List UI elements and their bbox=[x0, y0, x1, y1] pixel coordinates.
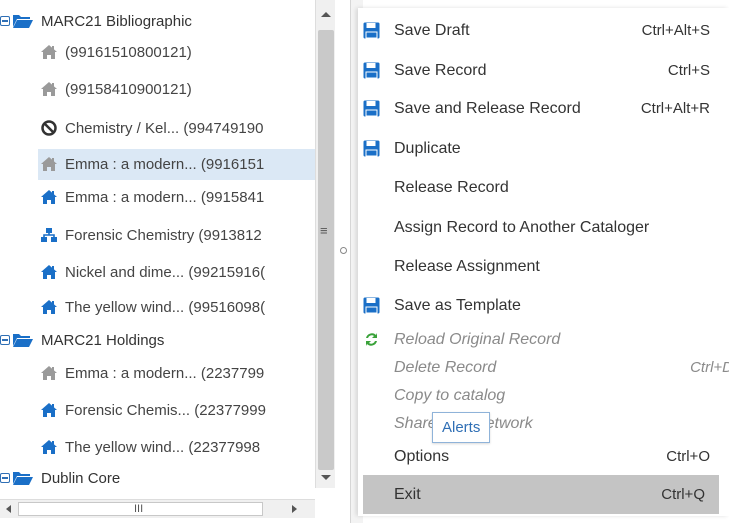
menu-item-exit[interactable]: Exit Ctrl+Q bbox=[363, 475, 719, 514]
tree-item[interactable]: Forensic Chemis... (22377999 bbox=[40, 395, 266, 425]
record-actions-menu: Save Draft Ctrl+Alt+S Save Record Ctrl+S… bbox=[358, 8, 729, 516]
tree-item[interactable]: (99158410900121) bbox=[40, 74, 192, 104]
menu-item-shortcut: Ctrl+D bbox=[690, 359, 729, 376]
menu-item-release-record[interactable]: Release Record bbox=[358, 168, 729, 207]
scrollbar-thumb[interactable] bbox=[318, 30, 334, 470]
floppy-disk-icon bbox=[363, 62, 380, 79]
house-grey-icon bbox=[41, 366, 57, 380]
tree-item[interactable]: Chemistry / Kel... (994749190 bbox=[40, 113, 263, 143]
scrollbar-grip-icon: ≡ bbox=[320, 223, 328, 238]
tree-item-selected[interactable]: Emma : a modern... (9916151 bbox=[0, 149, 316, 180]
alerts-tooltip[interactable]: Alerts bbox=[432, 412, 491, 443]
tree-group-dublin-core[interactable]: Dublin Core bbox=[0, 463, 120, 486]
scroll-up-arrow-icon[interactable] bbox=[321, 12, 331, 17]
tree-group-label: MARC21 Bibliographic bbox=[41, 12, 192, 30]
splitter-handle-icon[interactable] bbox=[340, 247, 347, 254]
tree-item-label: Chemistry / Kel... (994749190 bbox=[65, 119, 264, 137]
tooltip-label: Alerts bbox=[442, 419, 481, 436]
menu-item-shortcut: Ctrl+Alt+S bbox=[641, 22, 710, 39]
floppy-disk-icon bbox=[363, 297, 380, 314]
tree-item[interactable]: The yellow wind... (99516098( bbox=[40, 292, 265, 322]
tree-group-marc21-bibliographic[interactable]: MARC21 Bibliographic bbox=[0, 6, 192, 36]
tree-item-label: The yellow wind... (99516098( bbox=[65, 298, 266, 316]
menu-item-shortcut: Ctrl+Alt+R bbox=[640, 100, 710, 117]
folder-open-icon bbox=[13, 334, 33, 347]
menu-item-label: Release Record bbox=[394, 178, 509, 196]
tree-vertical-scrollbar[interactable]: ≡ bbox=[315, 0, 336, 488]
menu-item-label: Release Assignment bbox=[394, 257, 540, 275]
panel-splitter[interactable] bbox=[335, 0, 351, 523]
menu-item-save-draft[interactable]: Save Draft Ctrl+Alt+S bbox=[358, 11, 729, 50]
house-grey-icon bbox=[41, 157, 57, 171]
menu-item-duplicate[interactable]: Duplicate bbox=[358, 129, 729, 168]
tree-item-label: Nickel and dime... (99215916( bbox=[65, 263, 266, 281]
tree-item-label: (99161510800121) bbox=[65, 43, 192, 61]
folder-open-icon bbox=[13, 472, 33, 485]
tree-item-label: (99158410900121) bbox=[65, 80, 192, 98]
menu-item-save-and-release-record[interactable]: Save and Release Record Ctrl+Alt+R bbox=[358, 89, 729, 128]
tree-group-label: Dublin Core bbox=[41, 469, 121, 487]
tree-item[interactable]: Nickel and dime... (99215916( bbox=[40, 257, 265, 287]
house-blue-icon bbox=[41, 265, 57, 279]
tree-item[interactable]: The yellow wind... (22377998 bbox=[40, 432, 260, 462]
menu-item-shortcut: Ctrl+Q bbox=[661, 486, 705, 503]
folder-open-icon bbox=[13, 15, 33, 28]
menu-item-label: Exit bbox=[394, 485, 421, 503]
prohibited-icon bbox=[41, 120, 57, 136]
tree-item-label: Forensic Chemis... (22377999 bbox=[65, 401, 266, 419]
scrollbar-thumb[interactable]: III bbox=[18, 502, 263, 516]
scrollbar-grip-icon: III bbox=[134, 503, 144, 515]
tree-item-label: The yellow wind... (22377998 bbox=[65, 438, 261, 456]
menu-item-label: Assign Record to Another Cataloger bbox=[394, 218, 650, 236]
house-grey-icon bbox=[41, 82, 57, 96]
tree-item[interactable]: Emma : a modern... (9915841 bbox=[40, 182, 264, 212]
house-blue-icon bbox=[41, 300, 57, 314]
tree-item-label: Emma : a modern... (2237799 bbox=[65, 364, 265, 382]
record-tree: MARC21 Bibliographic (99161510800121) (9… bbox=[0, 0, 316, 486]
reload-icon bbox=[366, 333, 377, 346]
collapse-toggle-icon[interactable] bbox=[0, 473, 10, 483]
tree-item-label: Emma : a modern... (9916151 bbox=[65, 155, 265, 173]
network-icon bbox=[41, 228, 57, 242]
scroll-down-arrow-icon[interactable] bbox=[321, 475, 331, 480]
menu-item-label: Duplicate bbox=[394, 139, 461, 157]
menu-item-label: Delete Record bbox=[394, 358, 497, 376]
scroll-left-arrow-icon[interactable] bbox=[6, 505, 11, 513]
menu-item-label: Save and Release Record bbox=[394, 99, 581, 117]
menu-item-label: Save Record bbox=[394, 61, 487, 79]
collapse-toggle-icon[interactable] bbox=[0, 16, 10, 26]
tree-item[interactable]: Forensic Chemistry (9913812 bbox=[40, 220, 262, 250]
menu-item-assign-record[interactable]: Assign Record to Another Cataloger bbox=[358, 208, 729, 247]
menu-item-label: Options bbox=[394, 447, 450, 465]
tree-item[interactable]: Emma : a modern... (2237799 bbox=[40, 358, 264, 388]
floppy-disk-icon bbox=[363, 100, 380, 117]
menu-item-shortcut: Ctrl+S bbox=[667, 62, 710, 79]
menu-item-release-assignment[interactable]: Release Assignment bbox=[358, 247, 729, 286]
tree-item-label: Forensic Chemistry (9913812 bbox=[65, 226, 262, 244]
menu-item-shortcut: Ctrl+O bbox=[666, 448, 710, 465]
collapse-toggle-icon[interactable] bbox=[0, 335, 10, 345]
menu-item-save-record[interactable]: Save Record Ctrl+S bbox=[358, 51, 729, 90]
house-blue-icon bbox=[41, 190, 57, 204]
menu-item-label: Reload Original Record bbox=[394, 330, 561, 348]
tree-horizontal-scrollbar[interactable]: III bbox=[0, 499, 315, 518]
tree-item-label: Emma : a modern... (9915841 bbox=[65, 188, 265, 206]
menu-item-label: Copy to catalog bbox=[394, 386, 506, 404]
house-blue-icon bbox=[41, 403, 57, 417]
floppy-disk-icon bbox=[363, 140, 380, 157]
menu-item-label: Save Draft bbox=[394, 21, 470, 39]
house-blue-icon bbox=[41, 440, 57, 454]
house-grey-icon bbox=[41, 45, 57, 59]
tree-group-label: MARC21 Holdings bbox=[41, 331, 165, 349]
menu-item-options[interactable]: Options Ctrl+O bbox=[358, 437, 729, 476]
scroll-right-arrow-icon[interactable] bbox=[292, 505, 297, 513]
floppy-disk-icon bbox=[363, 22, 380, 39]
tree-group-marc21-holdings[interactable]: MARC21 Holdings bbox=[0, 325, 164, 355]
menu-item-label: Save as Template bbox=[394, 296, 521, 314]
tree-item[interactable]: (99161510800121) bbox=[40, 37, 192, 67]
